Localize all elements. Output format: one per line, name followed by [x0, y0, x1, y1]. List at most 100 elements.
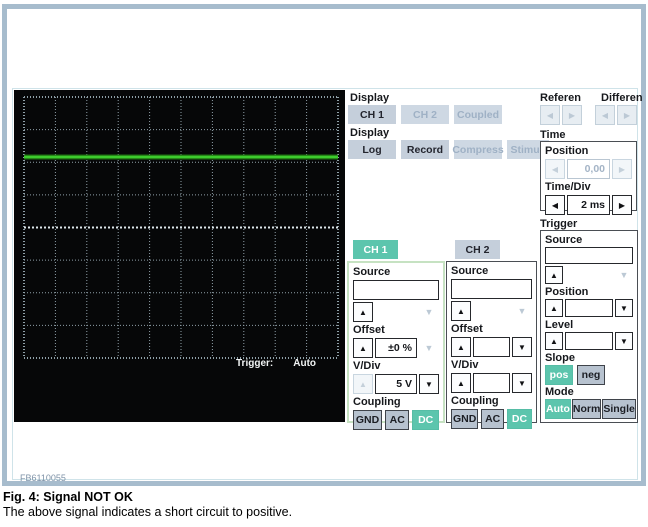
trigger-status: Trigger: Auto [236, 358, 316, 369]
scope-display: Trigger: Auto [14, 90, 345, 422]
mode-norm-button[interactable]: Norm [571, 398, 602, 419]
triangle-left-icon: ◀ [601, 110, 609, 120]
triangle-down-icon: ▼ [518, 378, 526, 388]
trigger-source-field[interactable] [545, 247, 633, 264]
referen-prev-button: ◀ [540, 105, 560, 125]
referen-next-button: ▶ [562, 105, 582, 125]
ch2-dc-button[interactable]: DC [507, 409, 532, 429]
triangle-down-icon: ▼ [620, 336, 628, 346]
trigger-level-field[interactable] [565, 332, 613, 350]
trigger-source-up-button[interactable]: ▲ [545, 266, 563, 284]
figure-code: FB6110055 [20, 473, 66, 483]
triangle-right-icon: ▶ [623, 110, 631, 120]
ch2-vdiv-label: V/Div [451, 359, 479, 371]
differen-label: Differen [601, 92, 643, 104]
trigger-slope-label: Slope [545, 352, 575, 364]
display-mode-label: Display [350, 127, 390, 139]
triangle-up-icon: ▲ [550, 303, 558, 313]
trigger-source-down-button: ▼ [615, 266, 633, 284]
differen-next-button: ▶ [617, 105, 637, 125]
triangle-down-icon: ▼ [620, 303, 628, 313]
trigger-panel: Source ▲ ▼ Position ▲ ▼ Level ▲ ▼ Slope … [540, 230, 638, 423]
timediv-label: Time/Div [545, 181, 591, 193]
ch1-source-down-button: ▼ [419, 302, 439, 322]
ch1-offset-field[interactable]: ±0 % [375, 338, 417, 358]
ch1-source-label: Source [353, 266, 391, 278]
ch1-source-up-button[interactable]: ▲ [353, 302, 373, 322]
triangle-left-icon: ◀ [551, 200, 559, 210]
triangle-up-icon: ▲ [359, 379, 367, 389]
mode-auto-button[interactable]: Auto [545, 398, 571, 419]
slope-pos-button[interactable]: pos [545, 364, 573, 385]
compress-button: Compress [452, 140, 504, 159]
triangle-down-icon: ▼ [424, 307, 434, 317]
triangle-down-icon: ▼ [424, 343, 434, 353]
ch1-vdiv-down-button[interactable]: ▼ [419, 374, 439, 394]
trigger-level-up-button[interactable]: ▲ [545, 332, 563, 350]
triangle-down-icon: ▼ [425, 379, 433, 389]
record-button[interactable]: Record [401, 140, 449, 159]
display-channel-label: Display [350, 92, 390, 104]
tab-ch1[interactable]: CH 1 [353, 240, 398, 259]
ch2-source-up-button[interactable]: ▲ [451, 301, 471, 321]
trigger-level-down-button[interactable]: ▼ [615, 332, 633, 350]
time-position-increment-button: ▶ [612, 159, 632, 179]
scope-grid [23, 96, 339, 359]
display-ch1-button[interactable]: CH 1 [348, 105, 396, 124]
trigger-position-field[interactable] [565, 299, 613, 317]
ch2-ac-button[interactable]: AC [481, 409, 504, 429]
log-button[interactable]: Log [348, 140, 396, 159]
triangle-down-icon: ▼ [517, 306, 527, 316]
ch2-vdiv-up-button[interactable]: ▲ [451, 373, 471, 393]
ch1-source-field[interactable] [353, 280, 439, 300]
trigger-status-value: Auto [293, 358, 317, 369]
ch2-source-down-button: ▼ [512, 301, 532, 321]
triangle-up-icon: ▲ [457, 342, 465, 352]
ch1-vdiv-field[interactable]: 5 V [375, 374, 417, 394]
ch2-offset-label: Offset [451, 323, 483, 335]
ch2-offset-up-button[interactable]: ▲ [451, 337, 471, 357]
ch1-offset-up-button[interactable]: ▲ [353, 338, 373, 358]
triangle-up-icon: ▲ [359, 343, 367, 353]
ch1-vdiv-up-button: ▲ [353, 374, 373, 394]
triangle-right-icon: ▶ [618, 200, 626, 210]
ch1-offset-down-button: ▼ [419, 338, 439, 358]
time-position-decrement-button: ◀ [545, 159, 565, 179]
ch2-source-label: Source [451, 265, 489, 277]
time-label: Time [540, 129, 566, 141]
time-box: Position ◀ 0,00 ▶ Time/Div ◀ 2 ms ▶ [540, 141, 637, 215]
ch1-vdiv-label: V/Div [353, 360, 381, 372]
ch2-coupling-label: Coupling [451, 395, 499, 407]
page: Trigger: Auto Display CH 1 CH 2 Coupled … [0, 0, 648, 527]
timediv-increment-button[interactable]: ▶ [612, 195, 632, 215]
ch1-gnd-button[interactable]: GND [353, 410, 383, 430]
triangle-down-icon: ▼ [619, 270, 629, 280]
ch1-dc-button[interactable]: DC [412, 410, 440, 430]
triangle-up-icon: ▲ [550, 270, 558, 280]
timediv-field[interactable]: 2 ms [567, 195, 610, 215]
trigger-level-label: Level [545, 319, 574, 331]
triangle-up-icon: ▲ [457, 378, 465, 388]
time-position-field: 0,00 [567, 159, 610, 179]
ch2-vdiv-field[interactable] [473, 373, 510, 393]
ch1-coupling-label: Coupling [353, 396, 401, 408]
triangle-down-icon: ▼ [518, 342, 526, 352]
ch2-vdiv-down-button[interactable]: ▼ [512, 373, 532, 393]
mode-single-button[interactable]: Single [602, 398, 636, 419]
ch2-source-field[interactable] [451, 279, 532, 299]
ch1-ac-button[interactable]: AC [385, 410, 410, 430]
differen-prev-button: ◀ [595, 105, 615, 125]
trigger-position-down-button[interactable]: ▼ [615, 299, 633, 317]
tab-ch2[interactable]: CH 2 [455, 240, 500, 259]
ch1-panel: Source ▲ ▼ Offset ▲ ±0 % ▼ V/Div ▲ 5 V ▼ [347, 261, 445, 430]
ch2-gnd-button[interactable]: GND [451, 409, 479, 429]
referen-label: Referen [540, 92, 581, 104]
ch2-panel: Source ▲ ▼ Offset ▲ ▼ V/Div ▲ ▼ Coupling… [446, 261, 537, 429]
slope-neg-button[interactable]: neg [577, 364, 605, 385]
timediv-decrement-button[interactable]: ◀ [545, 195, 565, 215]
ch2-offset-field[interactable] [473, 337, 510, 357]
ch2-offset-down-button[interactable]: ▼ [512, 337, 532, 357]
trigger-position-up-button[interactable]: ▲ [545, 299, 563, 317]
trigger-mode-label: Mode [545, 386, 574, 398]
oscilloscope-app: Trigger: Auto Display CH 1 CH 2 Coupled … [12, 88, 643, 480]
